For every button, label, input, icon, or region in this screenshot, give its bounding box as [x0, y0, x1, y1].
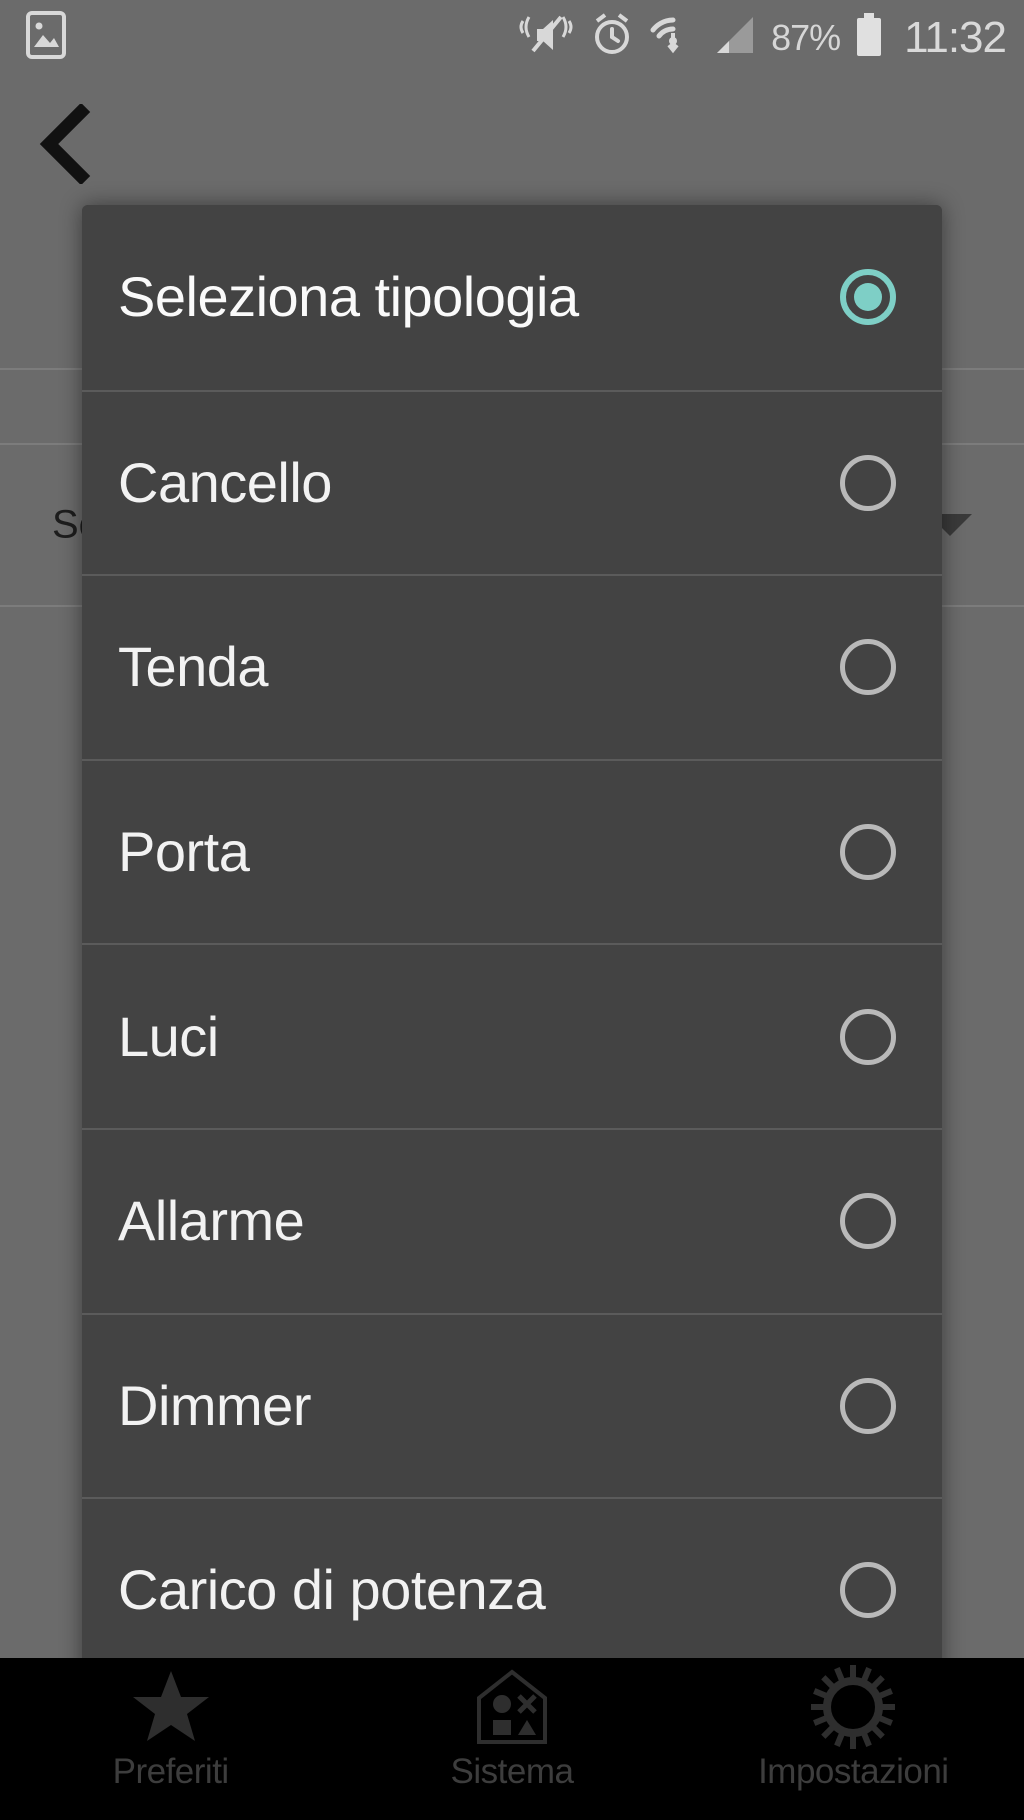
nav-item-label: Impostazioni — [758, 1752, 949, 1791]
dialog-item-seleziona-tipologia[interactable]: Seleziona tipologia — [82, 205, 942, 390]
dialog-item-tenda[interactable]: Tenda — [82, 574, 942, 759]
dialog-item-carico-di-potenza[interactable]: Carico di potenza — [82, 1497, 942, 1682]
phone-screen: 87% 11:32 Se Seleziona tipologia Cancell… — [0, 0, 1024, 1820]
dialog-item-label: Dimmer — [118, 1373, 311, 1437]
dialog-item-label: Luci — [118, 1004, 219, 1068]
dialog-item-label: Carico di potenza — [118, 1558, 546, 1622]
vibrate-mute-icon — [517, 11, 575, 64]
chevron-left-icon — [39, 104, 91, 184]
radio-unselected-icon[interactable] — [840, 1377, 896, 1434]
screenshot-icon — [26, 11, 66, 64]
battery-percent-label: 87% — [771, 16, 841, 58]
dialog-item-luci[interactable]: Luci — [82, 943, 942, 1128]
status-bar-left — [26, 11, 66, 64]
nav-item-sistema[interactable]: Sistema — [341, 1658, 682, 1820]
dialog-item-label: Tenda — [118, 635, 269, 699]
status-bar-right: 87% 11:32 — [517, 0, 1007, 75]
dialog-item-label: Seleziona tipologia — [118, 265, 579, 329]
nav-item-label: Sistema — [450, 1752, 574, 1791]
dialog-item-porta[interactable]: Porta — [82, 758, 942, 944]
radio-unselected-icon[interactable] — [840, 1562, 896, 1619]
star-icon — [131, 1668, 211, 1746]
radio-unselected-icon[interactable] — [840, 1193, 896, 1250]
clock-label: 11:32 — [904, 12, 1007, 62]
back-button[interactable] — [20, 99, 110, 189]
dialog-item-dimmer[interactable]: Dimmer — [82, 1312, 942, 1498]
house-shapes-icon — [473, 1668, 551, 1746]
dialog-item-cancello[interactable]: Cancello — [82, 389, 942, 575]
select-type-dialog: Seleziona tipologia Cancello Tenda Porta… — [82, 205, 942, 1682]
nav-item-impostazioni[interactable]: Impostazioni — [683, 1658, 1024, 1820]
wifi-data-icon — [649, 11, 697, 64]
radio-unselected-icon[interactable] — [840, 1008, 896, 1065]
cellular-signal-icon — [711, 11, 757, 64]
bottom-navigation: Preferiti Sistema Impostazioni — [0, 1658, 1024, 1820]
nav-item-preferiti[interactable]: Preferiti — [0, 1658, 341, 1820]
radio-unselected-icon[interactable] — [840, 639, 896, 696]
radio-unselected-icon[interactable] — [840, 454, 896, 511]
dialog-item-label: Porta — [118, 820, 250, 884]
dialog-item-label: Allarme — [118, 1189, 305, 1253]
status-bar: 87% 11:32 — [0, 0, 1024, 75]
dialog-item-label: Cancello — [118, 450, 332, 514]
battery-icon — [854, 11, 884, 64]
dialog-item-allarme[interactable]: Allarme — [82, 1127, 942, 1313]
radio-selected-icon[interactable] — [840, 269, 896, 326]
gear-icon — [811, 1665, 896, 1749]
radio-unselected-icon[interactable] — [840, 824, 896, 881]
nav-item-label: Preferiti — [112, 1752, 230, 1791]
alarm-icon — [589, 11, 635, 64]
